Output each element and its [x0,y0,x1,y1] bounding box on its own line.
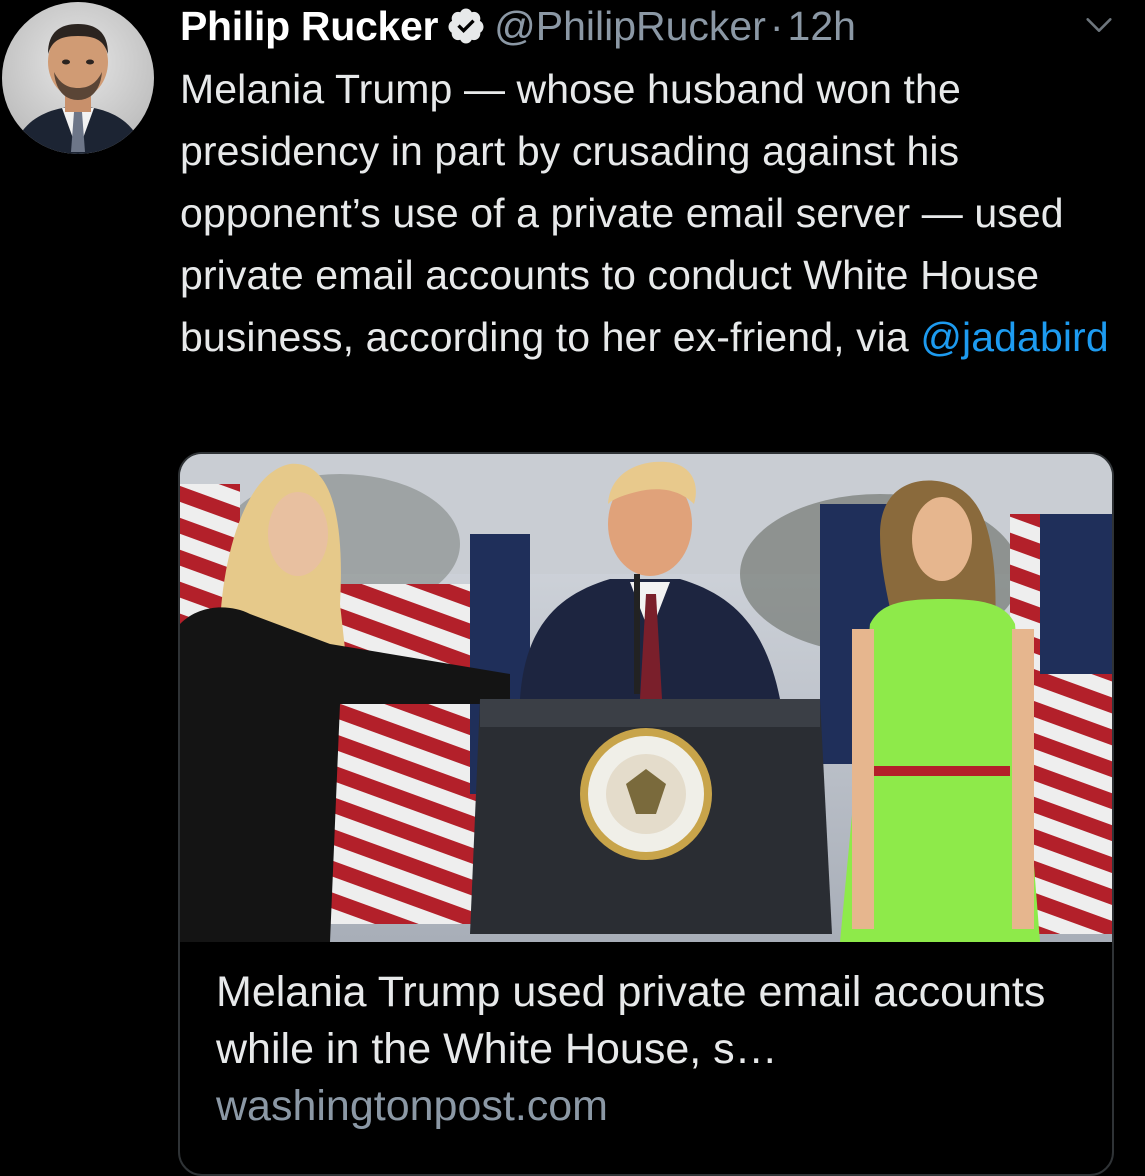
tweet-timestamp[interactable]: 12h [788,0,856,52]
card-image[interactable] [180,454,1112,942]
tweet-header: Philip Rucker @PhilipRucker · 12h [180,0,856,52]
card-text[interactable]: Melania Trump used private email account… [216,964,1086,1135]
card-title[interactable]: Melania Trump used private email account… [216,964,1086,1078]
link-card[interactable]: Melania Trump used private email account… [178,452,1114,1176]
card-photo-icon [180,454,1112,942]
mention-link[interactable]: @jadabird [920,314,1108,360]
tweet[interactable]: Philip Rucker @PhilipRucker · 12h Melani… [0,0,1145,1176]
author-handle[interactable]: @PhilipRucker [494,0,766,52]
separator-dot: · [769,3,784,49]
chevron-down-icon[interactable] [1082,8,1116,42]
tweet-text: Melania Trump — whose husband won the pr… [180,58,1130,368]
author-avatar[interactable] [2,2,154,154]
author-display-name[interactable]: Philip Rucker [180,0,438,52]
avatar-photo-icon [2,2,154,154]
card-domain: washingtonpost.com [216,1082,608,1130]
verified-badge-icon [446,6,486,46]
